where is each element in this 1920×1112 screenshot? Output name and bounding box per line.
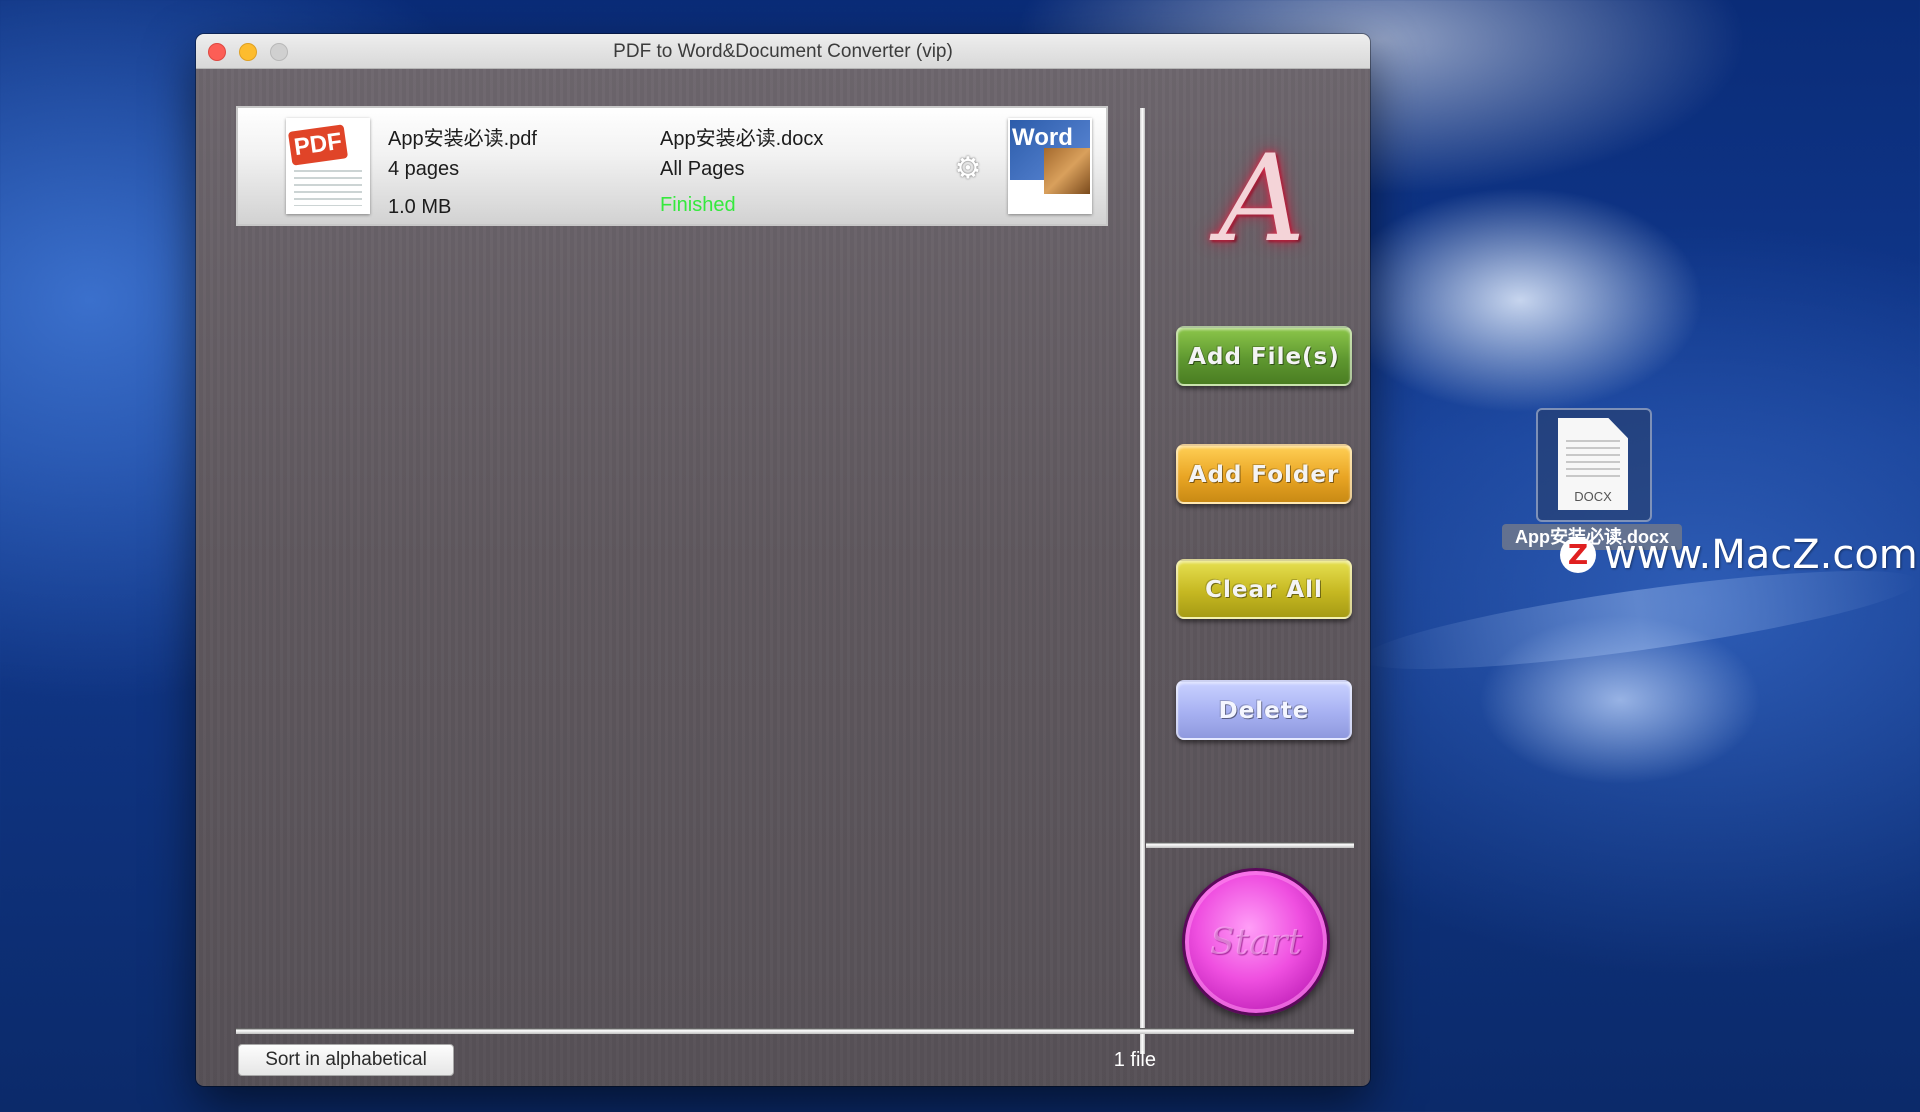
app-logo: A (1218, 130, 1306, 269)
file-list-row[interactable]: PDF App安装必读.pdf 4 pages 1.0 MB App安装必读.d… (236, 106, 1108, 226)
bottom-divider (236, 1028, 1354, 1034)
status-finished: Finished (660, 194, 736, 216)
start-button[interactable]: Start (1182, 868, 1330, 1016)
desktop-file-icon[interactable]: DOCX (1536, 408, 1652, 522)
page-count: 4 pages (388, 158, 460, 180)
add-files-button[interactable]: Add File(s) (1176, 326, 1352, 386)
pdf-file-icon: PDF (286, 118, 370, 214)
word-badge: Word (1012, 124, 1073, 151)
page-range: All Pages (660, 158, 745, 180)
app-window: PDF to Word&Document Converter (vip) PDF… (196, 34, 1370, 1086)
title-bar: PDF to Word&Document Converter (vip) (196, 34, 1370, 69)
add-folder-button[interactable]: Add Folder (1176, 444, 1352, 504)
file-count: 1 file (1113, 1049, 1156, 1071)
watermark: Z www.MacZ.com (1560, 532, 1918, 578)
vertical-divider (1140, 108, 1145, 1054)
gear-icon[interactable]: ⚙ (952, 152, 984, 185)
window-title: PDF to Word&Document Converter (vip) (613, 41, 953, 62)
pdf-badge: PDF (287, 124, 349, 166)
watermark-logo: Z (1560, 537, 1596, 573)
docx-extension-label: DOCX (1574, 489, 1612, 504)
output-file-name: App安装必读.docx (660, 128, 824, 150)
sort-alphabetical-button[interactable]: Sort in alphabetical (238, 1044, 454, 1076)
clear-all-button[interactable]: Clear All (1176, 559, 1352, 619)
word-file-icon: Word (1008, 118, 1092, 214)
source-file-name: App安装必读.pdf (388, 128, 537, 150)
watermark-text: www.MacZ.com (1604, 532, 1918, 578)
side-divider (1146, 842, 1354, 848)
file-size: 1.0 MB (388, 196, 452, 218)
docx-file-icon: DOCX (1558, 418, 1628, 510)
delete-button[interactable]: Delete (1176, 680, 1352, 740)
